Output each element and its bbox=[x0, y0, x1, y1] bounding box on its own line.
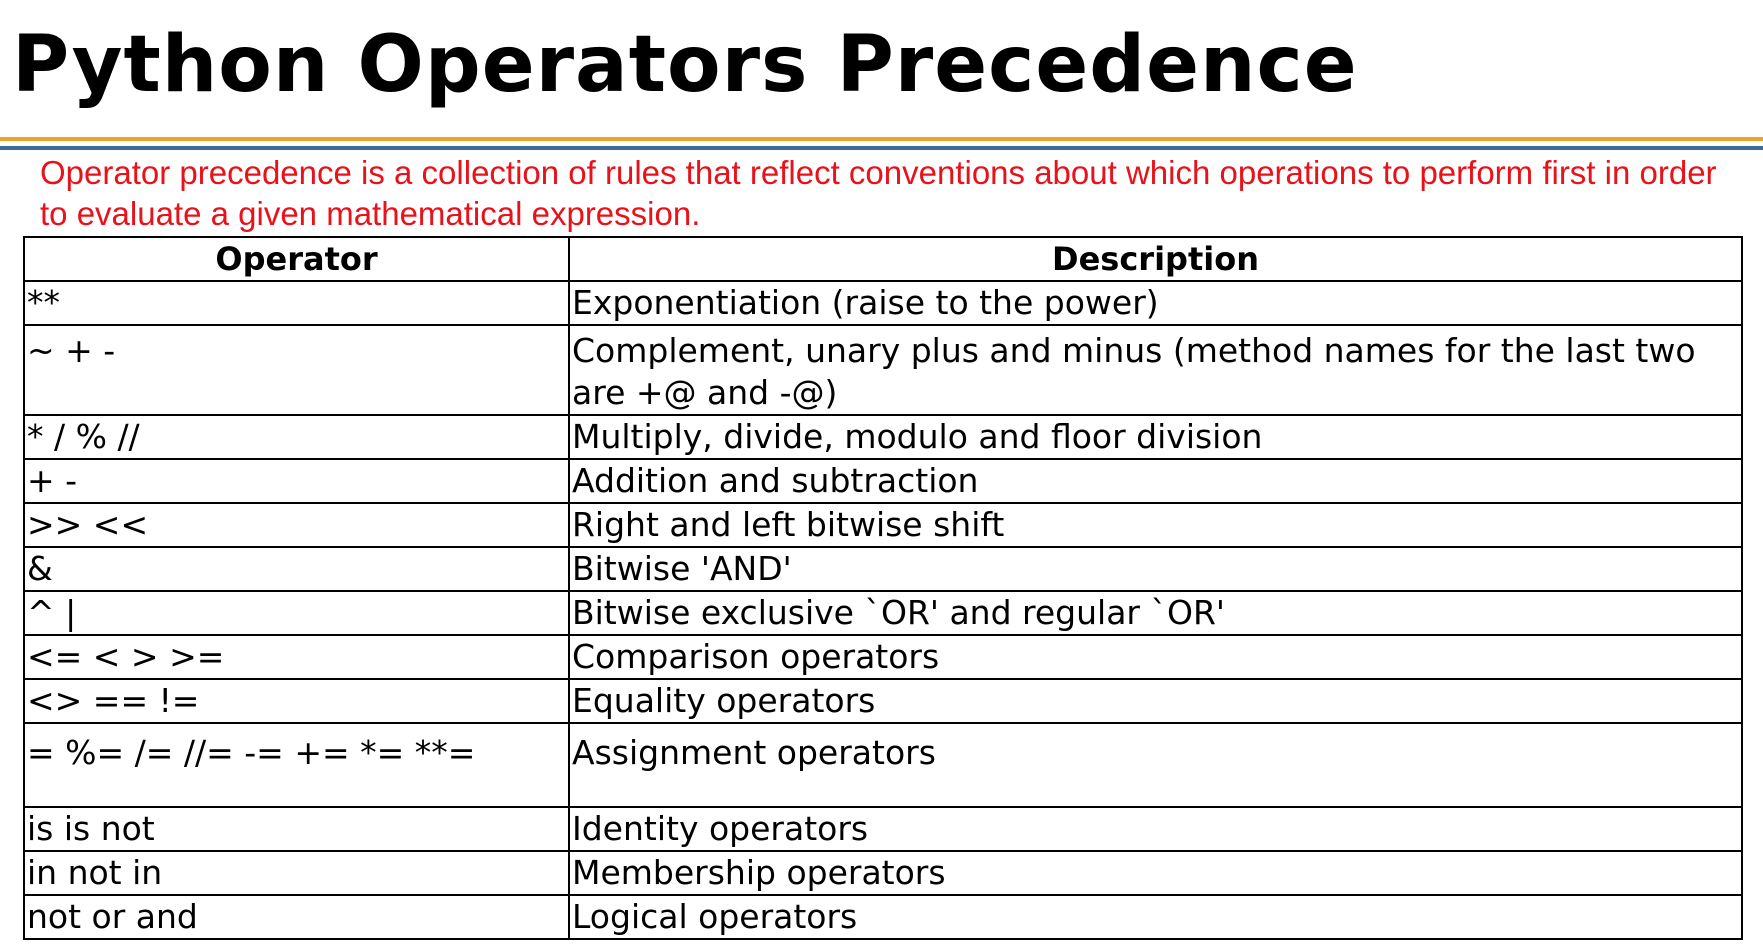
column-header-description: Description bbox=[568, 236, 1743, 282]
description-cell: Equality operators bbox=[568, 678, 1743, 724]
title-divider-orange bbox=[0, 137, 1763, 141]
operator-cell: = %= /= //= -= += *= **= bbox=[23, 722, 570, 808]
description-cell: Membership operators bbox=[568, 850, 1743, 896]
operator-cell: <> == != bbox=[23, 678, 570, 724]
table-header-row: Operator Description bbox=[23, 236, 1743, 282]
operator-cell: ^ | bbox=[23, 590, 570, 636]
table-row: not or and Logical operators bbox=[23, 894, 1743, 940]
operator-cell: in not in bbox=[23, 850, 570, 896]
table-row: >> << Right and left bitwise shift bbox=[23, 502, 1743, 548]
table-row: in not in Membership operators bbox=[23, 850, 1743, 896]
description-cell: Exponentiation (raise to the power) bbox=[568, 280, 1743, 326]
table-row: * / % // Multiply, divide, modulo and fl… bbox=[23, 414, 1743, 460]
table-row: + - Addition and subtraction bbox=[23, 458, 1743, 504]
description-cell: Right and left bitwise shift bbox=[568, 502, 1743, 548]
operator-cell: ** bbox=[23, 280, 570, 326]
operator-cell: * / % // bbox=[23, 414, 570, 460]
operator-cell: not or and bbox=[23, 894, 570, 940]
operator-cell: is is not bbox=[23, 806, 570, 852]
table-row: <> == != Equality operators bbox=[23, 678, 1743, 724]
column-header-operator: Operator bbox=[23, 236, 570, 282]
description-cell: Multiply, divide, modulo and floor divis… bbox=[568, 414, 1743, 460]
operator-cell: ~ + - bbox=[23, 324, 570, 416]
table-row: is is not Identity operators bbox=[23, 806, 1743, 852]
operator-cell: + - bbox=[23, 458, 570, 504]
table-row: ** Exponentiation (raise to the power) bbox=[23, 280, 1743, 326]
table-row: & Bitwise 'AND' bbox=[23, 546, 1743, 592]
table-row: ^ | Bitwise exclusive `OR' and regular `… bbox=[23, 590, 1743, 636]
description-cell: Bitwise exclusive `OR' and regular `OR' bbox=[568, 590, 1743, 636]
operator-cell: >> << bbox=[23, 502, 570, 548]
description-cell: Comparison operators bbox=[568, 634, 1743, 680]
slide-title: Python Operators Precedence bbox=[12, 20, 1358, 110]
description-cell: Addition and subtraction bbox=[568, 458, 1743, 504]
title-divider-blue bbox=[0, 146, 1763, 150]
operator-cell: & bbox=[23, 546, 570, 592]
table-row: <= < > >= Comparison operators bbox=[23, 634, 1743, 680]
intro-paragraph: Operator precedence is a collection of r… bbox=[40, 154, 1717, 232]
description-cell: Assignment operators bbox=[568, 722, 1743, 808]
table-row: = %= /= //= -= += *= **= Assignment oper… bbox=[23, 722, 1743, 808]
table-row: ~ + - Complement, unary plus and minus (… bbox=[23, 324, 1743, 416]
description-cell: Identity operators bbox=[568, 806, 1743, 852]
operator-cell: <= < > >= bbox=[23, 634, 570, 680]
description-cell: Complement, unary plus and minus (method… bbox=[568, 324, 1743, 416]
precedence-table: Operator Description ** Exponentiation (… bbox=[23, 236, 1743, 940]
description-cell: Bitwise 'AND' bbox=[568, 546, 1743, 592]
description-cell: Logical operators bbox=[568, 894, 1743, 940]
